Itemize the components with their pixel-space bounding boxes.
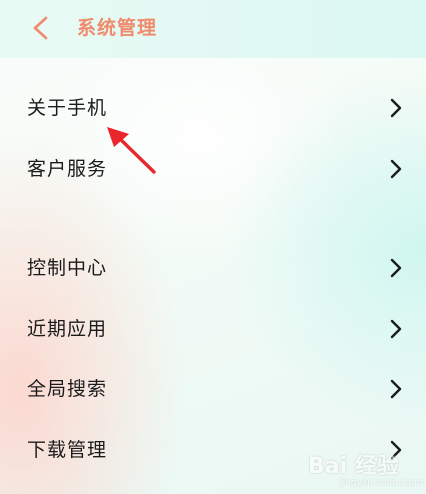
top-bar: 系统管理 bbox=[0, 0, 426, 58]
chevron-right-icon bbox=[390, 319, 402, 339]
menu-item-label: 控制中心 bbox=[27, 257, 108, 279]
chevron-right-icon bbox=[390, 379, 402, 399]
menu-item-control-center[interactable]: 控制中心 bbox=[0, 241, 426, 297]
page-title: 系统管理 bbox=[77, 17, 158, 39]
menu-item-about-phone[interactable]: 关于手机 bbox=[0, 81, 426, 137]
menu-item-label: 全局搜索 bbox=[27, 378, 108, 400]
menu-item-label: 客户服务 bbox=[27, 158, 108, 180]
menu-item-customer-service[interactable]: 客户服务 bbox=[0, 142, 426, 198]
menu-item-label: 下载管理 bbox=[27, 439, 108, 461]
menu-item-global-search[interactable]: 全局搜索 bbox=[0, 362, 426, 418]
watermark-sub: jingyan.baidu.com bbox=[340, 478, 424, 488]
watermark-text: Bai 经验 bbox=[308, 454, 399, 479]
red-arrow-annotation bbox=[107, 127, 156, 174]
menu-item-label: 关于手机 bbox=[27, 97, 108, 119]
menu-item-recent-apps[interactable]: 近期应用 bbox=[0, 302, 426, 358]
chevron-right-icon bbox=[390, 159, 402, 179]
menu-item-label: 近期应用 bbox=[27, 318, 108, 340]
baidu-watermark: Bai 经验 jingyan.baidu.com bbox=[300, 440, 426, 494]
chevron-right-icon bbox=[390, 98, 402, 118]
chevron-left-icon[interactable] bbox=[30, 16, 52, 40]
chevron-right-icon bbox=[390, 258, 402, 278]
